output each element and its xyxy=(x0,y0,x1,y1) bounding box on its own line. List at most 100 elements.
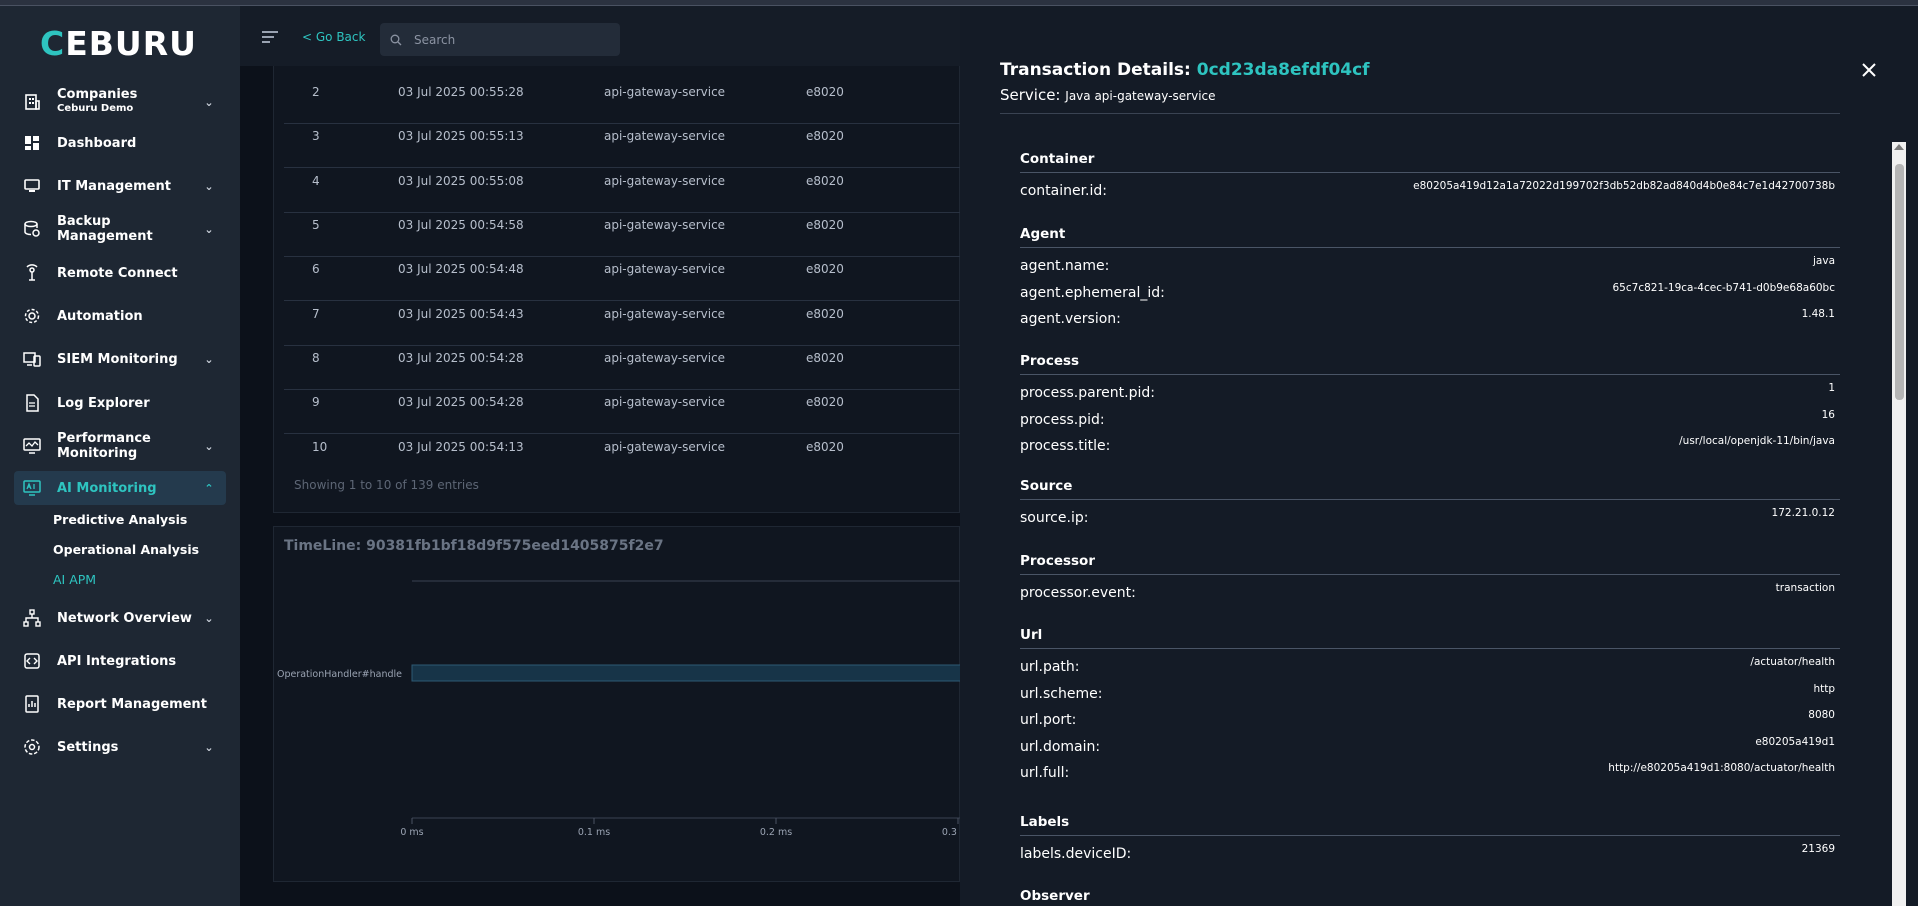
row-service: api-gateway-service xyxy=(604,85,726,99)
sidebar-item-performance-monitoring[interactable]: Performance Monitoring ⌄ xyxy=(14,429,226,463)
timeline-tick-label: 0 ms xyxy=(400,827,423,838)
api-icon xyxy=(22,651,42,671)
settings-gear-icon xyxy=(22,737,42,757)
sidebar-item-network-overview[interactable]: Network Overview ⌄ xyxy=(14,601,226,635)
building-icon xyxy=(22,92,42,112)
field-value: 1.48.1 xyxy=(1801,308,1835,321)
sidebar-item-automation[interactable]: Automation xyxy=(14,299,226,333)
row-timestamp: 03 Jul 2025 00:54:13 xyxy=(398,440,524,454)
sidebar-item-label: SIEM Monitoring xyxy=(57,351,178,367)
field-value: /actuator/health xyxy=(1750,656,1835,668)
ceburu-logo[interactable]: C EBURU xyxy=(40,24,197,63)
table-row[interactable]: 3 03 Jul 2025 00:55:13 api-gateway-service… xyxy=(284,124,961,168)
section-divider xyxy=(1020,374,1840,375)
companies-sub-label: Ceburu Demo xyxy=(57,103,134,114)
row-number: 7 xyxy=(312,307,320,321)
menu-toggle-icon[interactable] xyxy=(262,31,278,46)
main-content: < Go Back 2 03 Jul 2025 00:55:28 api-gatew… xyxy=(240,6,961,906)
field-key: process.pid: xyxy=(1020,411,1105,428)
row-timestamp: 03 Jul 2025 00:54:28 xyxy=(398,351,524,365)
row-timestamp: 03 Jul 2025 00:54:43 xyxy=(398,307,524,321)
sidebar-item-label: API Integrations xyxy=(57,653,177,669)
search-icon xyxy=(390,34,402,45)
sidebar-item-dashboard[interactable]: Dashboard xyxy=(14,126,226,160)
row-number: 9 xyxy=(312,395,320,409)
field-value: e80205a419d1 xyxy=(1755,735,1835,748)
table-row[interactable]: 6 03 Jul 2025 00:54:48 api-gateway-service… xyxy=(284,257,961,301)
table-row[interactable]: 4 03 Jul 2025 00:55:08 api-gateway-service… xyxy=(284,169,961,213)
sidebar-item-label: Remote Connect xyxy=(57,265,178,281)
field-value: transaction xyxy=(1775,582,1835,594)
table-row[interactable]: 5 03 Jul 2025 00:54:58 api-gateway-service… xyxy=(284,213,961,257)
row-id: e8020 xyxy=(806,262,844,276)
section-heading: Url xyxy=(1020,627,1043,643)
field-value: /usr/local/openjdk-11/bin/java xyxy=(1679,435,1835,448)
sidebar: C EBURU Companies Ceburu Demo ⌄ Dashboard … xyxy=(0,6,240,906)
sidebar-item-api-integrations[interactable]: API Integrations xyxy=(14,644,226,678)
sidebar-item-ai-monitoring[interactable]: AI Monitoring ⌃ xyxy=(14,471,226,505)
field-key: agent.name: xyxy=(1020,258,1110,274)
dashboard-icon xyxy=(22,133,42,153)
row-id: e8020 xyxy=(806,174,844,188)
field-value: http://e80205a419d1:8080/actuator/health xyxy=(1608,762,1835,775)
row-timestamp: 03 Jul 2025 00:55:28 xyxy=(398,85,524,99)
chevron-down-icon: ⌄ xyxy=(204,611,214,625)
row-id: e8020 xyxy=(806,395,844,409)
sidebar-subitem-predictive-analysis[interactable]: Predictive Analysis xyxy=(53,512,187,527)
section-divider xyxy=(1020,172,1840,173)
field-value: 8080 xyxy=(1808,709,1835,722)
field-key: labels.deviceID: xyxy=(1020,846,1132,862)
row-service: api-gateway-service xyxy=(604,174,726,188)
row-number: 10 xyxy=(312,440,328,454)
section-heading: Container xyxy=(1020,151,1095,167)
close-icon[interactable] xyxy=(1860,61,1878,79)
field-key: url.full: xyxy=(1020,765,1070,782)
sidebar-item-settings[interactable]: Settings ⌄ xyxy=(14,730,226,764)
sidebar-item-label: Performance Monitoring xyxy=(57,431,151,461)
scroll-up-arrow-icon[interactable] xyxy=(1894,144,1904,150)
sidebar-item-remote-connect[interactable]: Remote Connect xyxy=(14,256,226,290)
sidebar-item-log-explorer[interactable]: Log Explorer xyxy=(14,386,226,420)
section-heading: Agent xyxy=(1020,226,1066,242)
sidebar-subitem-operational-analysis[interactable]: Operational Analysis xyxy=(53,542,199,557)
sidebar-item-label: Report Management xyxy=(57,696,207,712)
chevron-down-icon: ⌄ xyxy=(204,352,214,366)
top-bar: < Go Back xyxy=(240,6,960,66)
it-management-icon xyxy=(22,176,42,196)
table-row[interactable]: 10 03 Jul 2025 00:54:13 api-gateway-servic… xyxy=(284,435,961,479)
field-key: process.parent.pid: xyxy=(1020,385,1155,401)
section-divider xyxy=(1020,247,1840,248)
sidebar-item-it-management[interactable]: IT Management ⌄ xyxy=(14,169,226,203)
panel-scrollbar-thumb[interactable] xyxy=(1895,164,1904,400)
automation-gear-icon xyxy=(22,306,42,326)
transaction-details-panel: Transaction Details: 0cd23da8efdf04cf Se… xyxy=(960,6,1918,906)
sidebar-item-report-management[interactable]: Report Management xyxy=(14,687,226,721)
sidebar-item-label: IT Management xyxy=(57,178,171,194)
chevron-down-icon: ⌄ xyxy=(204,95,214,109)
table-row[interactable]: 8 03 Jul 2025 00:54:28 api-gateway-service… xyxy=(284,346,961,390)
chevron-down-icon: ⌄ xyxy=(204,439,214,453)
field-key: url.scheme: xyxy=(1020,685,1103,702)
row-number: 6 xyxy=(312,262,320,276)
section-divider xyxy=(1020,648,1840,649)
section-heading: Source xyxy=(1020,478,1073,494)
go-back-link[interactable]: < Go Back xyxy=(302,30,365,44)
row-id: e8020 xyxy=(806,307,844,321)
row-timestamp: 03 Jul 2025 00:54:28 xyxy=(398,395,524,409)
search-box[interactable] xyxy=(380,23,620,56)
row-service: api-gateway-service xyxy=(604,307,726,321)
sidebar-item-companies[interactable]: Companies Ceburu Demo ⌄ xyxy=(14,85,226,119)
table-row[interactable]: 2 03 Jul 2025 00:55:28 api-gateway-service… xyxy=(284,80,961,124)
row-number: 2 xyxy=(312,85,320,99)
field-value: 21369 xyxy=(1801,843,1835,855)
sidebar-item-siem-monitoring[interactable]: SIEM Monitoring ⌄ xyxy=(14,342,226,376)
sidebar-subitem-ai-apm[interactable]: AI APM xyxy=(53,572,96,587)
section-heading: Labels xyxy=(1020,814,1070,830)
row-service: api-gateway-service xyxy=(604,218,726,232)
sidebar-item-label: Backup Management xyxy=(57,214,153,244)
search-input[interactable] xyxy=(414,32,594,47)
sidebar-item-backup-management[interactable]: Backup Management ⌄ xyxy=(14,212,226,246)
table-row[interactable]: 7 03 Jul 2025 00:54:43 api-gateway-service… xyxy=(284,302,961,346)
row-id: e8020 xyxy=(806,129,844,143)
table-row[interactable]: 9 03 Jul 2025 00:54:28 api-gateway-service… xyxy=(284,390,961,434)
